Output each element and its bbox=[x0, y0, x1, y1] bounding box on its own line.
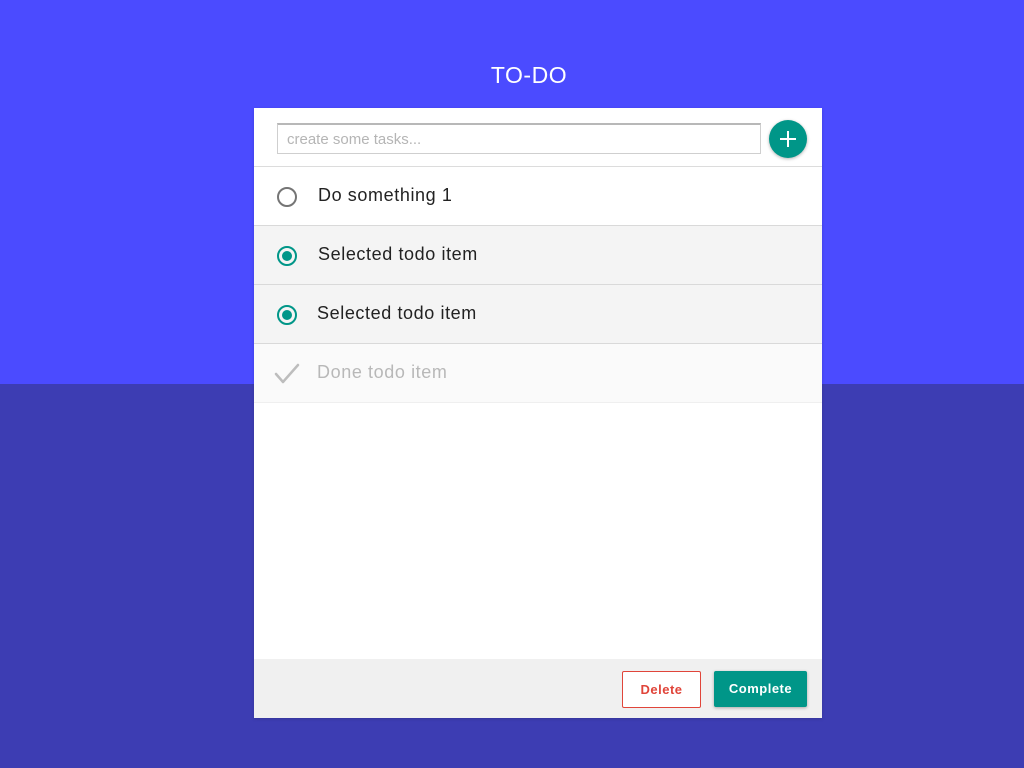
todo-item-done[interactable]: Done todo item bbox=[254, 344, 822, 403]
todo-item-label: Do something 1 bbox=[318, 185, 453, 205]
todo-card: Do something 1 Selected todo item Select… bbox=[254, 108, 822, 718]
todo-item[interactable]: Do something 1 bbox=[254, 167, 822, 226]
add-task-button[interactable] bbox=[769, 120, 807, 158]
complete-button[interactable]: Complete bbox=[714, 671, 807, 707]
radio-unchecked-icon[interactable] bbox=[276, 186, 298, 208]
input-row bbox=[254, 108, 822, 167]
todo-item-label: Selected todo item bbox=[318, 244, 478, 264]
action-footer: Delete Complete bbox=[254, 659, 822, 718]
radio-checked-icon[interactable] bbox=[276, 245, 298, 267]
task-input[interactable] bbox=[277, 123, 761, 154]
todo-item-label: Selected todo item bbox=[317, 303, 477, 323]
todo-item[interactable]: Selected todo item bbox=[254, 226, 822, 285]
delete-button[interactable]: Delete bbox=[622, 671, 701, 708]
checkmark-icon bbox=[274, 363, 300, 384]
plus-icon bbox=[780, 131, 796, 147]
todo-item-label: Done todo item bbox=[317, 362, 448, 382]
page-title: TO-DO bbox=[490, 62, 568, 88]
todo-item[interactable]: Selected todo item bbox=[254, 285, 822, 344]
radio-checked-icon[interactable] bbox=[276, 304, 298, 326]
